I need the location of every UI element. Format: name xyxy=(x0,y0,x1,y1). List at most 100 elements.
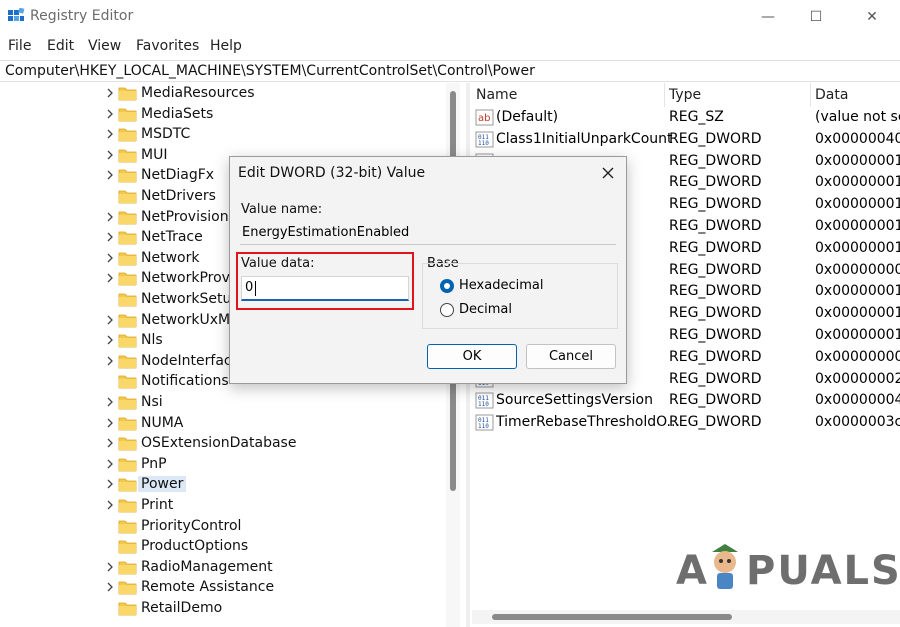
column-header-type[interactable]: Type xyxy=(669,87,701,103)
chevron-right-icon[interactable] xyxy=(104,580,116,594)
address-bar[interactable]: Computer\HKEY_LOCAL_MACHINE\SYSTEM\Curre… xyxy=(0,60,900,82)
chevron-right-icon[interactable] xyxy=(104,416,116,430)
menu-view[interactable]: View xyxy=(88,38,121,54)
folder-icon xyxy=(118,149,137,163)
list-scrollbar-thumb[interactable] xyxy=(492,614,732,620)
value-row[interactable]: 011 110 Class1InitialUnparkCount REG_DWORD 0… xyxy=(470,129,900,151)
chevron-right-icon[interactable] xyxy=(104,271,116,285)
folder-icon xyxy=(118,87,137,101)
value-type: REG_DWORD xyxy=(669,370,762,387)
svg-text:110: 110 xyxy=(478,401,489,408)
folder-icon xyxy=(118,499,137,513)
chevron-right-icon[interactable] xyxy=(104,210,116,224)
value-type: REG_DWORD xyxy=(669,348,762,365)
tree-item[interactable]: MSDTC xyxy=(0,125,445,145)
value-type: REG_DWORD xyxy=(669,261,762,278)
folder-icon xyxy=(118,272,137,286)
menu-file[interactable]: File xyxy=(8,38,31,54)
ok-button[interactable]: OK xyxy=(427,344,517,369)
tree-item-label: Nls xyxy=(141,332,163,349)
tree-item[interactable]: NUMA xyxy=(0,414,445,434)
chevron-right-icon[interactable] xyxy=(104,354,116,368)
tree-item-label: MSDTC xyxy=(141,126,191,143)
tree-item[interactable]: Remote Assistance xyxy=(0,578,445,598)
chevron-right-icon[interactable] xyxy=(104,395,116,409)
hexadecimal-radio[interactable] xyxy=(440,279,454,293)
chevron-right-icon[interactable] xyxy=(104,148,116,162)
dialog-close-icon[interactable] xyxy=(598,163,618,183)
minimize-icon: — xyxy=(761,9,775,25)
value-data: 0x00000000 ( xyxy=(815,348,900,365)
value-type: REG_DWORD xyxy=(669,283,762,300)
value-row[interactable]: ab (Default) REG_SZ (value not se xyxy=(470,107,900,129)
tree-item-label: OSExtensionDatabase xyxy=(141,435,297,452)
tree-item-label: PriorityControl xyxy=(141,517,242,534)
tree-item-label: MediaSets xyxy=(141,105,214,122)
tree-item[interactable]: Nsi xyxy=(0,393,445,413)
registry-editor-window: Registry Editor — ☐ ✕ File Edit View Fav… xyxy=(0,0,900,627)
folder-icon xyxy=(118,128,137,142)
watermark-text-left: A xyxy=(676,548,709,594)
chevron-right-icon[interactable] xyxy=(104,498,116,512)
tree-item[interactable]: MediaResources xyxy=(0,84,445,104)
value-row[interactable]: 011 110 SourceSettingsVersion REG_DWORD 0x00… xyxy=(470,390,900,412)
chevron-right-icon[interactable] xyxy=(104,457,116,471)
tree-item[interactable]: RadioManagement xyxy=(0,558,445,578)
value-type: REG_DWORD xyxy=(669,392,762,409)
value-data-input[interactable]: 0 xyxy=(241,276,409,301)
tree-item[interactable]: MediaSets xyxy=(0,105,445,125)
list-horizontal-scrollbar[interactable] xyxy=(472,610,900,624)
folder-icon xyxy=(118,293,137,307)
menu-bar: File Edit View Favorites Help xyxy=(0,36,900,58)
chevron-right-icon[interactable] xyxy=(104,477,116,491)
value-data: 0x00000001 ( xyxy=(815,283,900,300)
chevron-right-icon[interactable] xyxy=(104,560,116,574)
mascot-icon xyxy=(712,544,738,589)
tree-item[interactable]: PnP xyxy=(0,455,445,475)
maximize-button[interactable]: ☐ xyxy=(790,0,842,34)
chevron-right-icon[interactable] xyxy=(104,168,116,182)
chevron-right-icon[interactable] xyxy=(104,230,116,244)
chevron-right-icon[interactable] xyxy=(104,251,116,265)
value-type: REG_DWORD xyxy=(669,130,762,147)
decimal-radio[interactable] xyxy=(440,303,454,317)
column-header-data[interactable]: Data xyxy=(815,87,848,103)
menu-help[interactable]: Help xyxy=(210,38,242,54)
tree-item[interactable]: Print xyxy=(0,496,445,516)
folder-icon xyxy=(118,252,137,266)
value-data: 0x00000001 ( xyxy=(815,196,900,213)
hexadecimal-label[interactable]: Hexadecimal xyxy=(459,278,543,293)
value-row[interactable]: 011 110 TimerRebaseThresholdO... REG_DWORD 0… xyxy=(470,412,900,434)
menu-favorites[interactable]: Favorites xyxy=(136,38,199,54)
value-type: REG_DWORD xyxy=(669,196,762,213)
chevron-right-icon[interactable] xyxy=(104,333,116,347)
value-data: 0x00000001 ( xyxy=(815,218,900,234)
tree-item[interactable]: OSExtensionDatabase xyxy=(0,434,445,454)
cancel-button[interactable]: Cancel xyxy=(526,344,616,369)
minimize-button[interactable]: — xyxy=(742,0,794,34)
chevron-right-icon[interactable] xyxy=(104,127,116,141)
value-type: REG_SZ xyxy=(669,109,724,125)
svg-text:ab: ab xyxy=(478,113,490,124)
column-header-name[interactable]: Name xyxy=(476,87,517,103)
value-name: SourceSettingsVersion xyxy=(496,392,653,409)
chevron-right-icon[interactable] xyxy=(104,313,116,327)
chevron-right-icon[interactable] xyxy=(104,107,116,121)
tree-item[interactable]: PriorityControl xyxy=(0,517,445,537)
tree-item[interactable]: RetailDemo xyxy=(0,599,445,619)
tree-item[interactable]: ProductOptions xyxy=(0,537,445,557)
tree-item[interactable]: Power xyxy=(0,475,445,495)
decimal-label[interactable]: Decimal xyxy=(459,302,512,317)
cancel-button-label: Cancel xyxy=(548,349,594,364)
chevron-right-icon[interactable] xyxy=(104,86,116,100)
menu-edit[interactable]: Edit xyxy=(47,38,74,54)
value-data: 0x00000040 ( xyxy=(815,130,900,147)
folder-icon xyxy=(118,375,137,389)
close-button[interactable]: ✕ xyxy=(846,0,898,34)
chevron-right-icon[interactable] xyxy=(104,436,116,450)
value-data: 0x00000001 ( xyxy=(815,152,900,169)
value-type: REG_DWORD xyxy=(669,414,762,431)
tree-item-label: Notifications xyxy=(141,373,229,390)
tree-item-label: Print xyxy=(141,497,174,513)
tree-item-label: Nsi xyxy=(141,394,163,410)
